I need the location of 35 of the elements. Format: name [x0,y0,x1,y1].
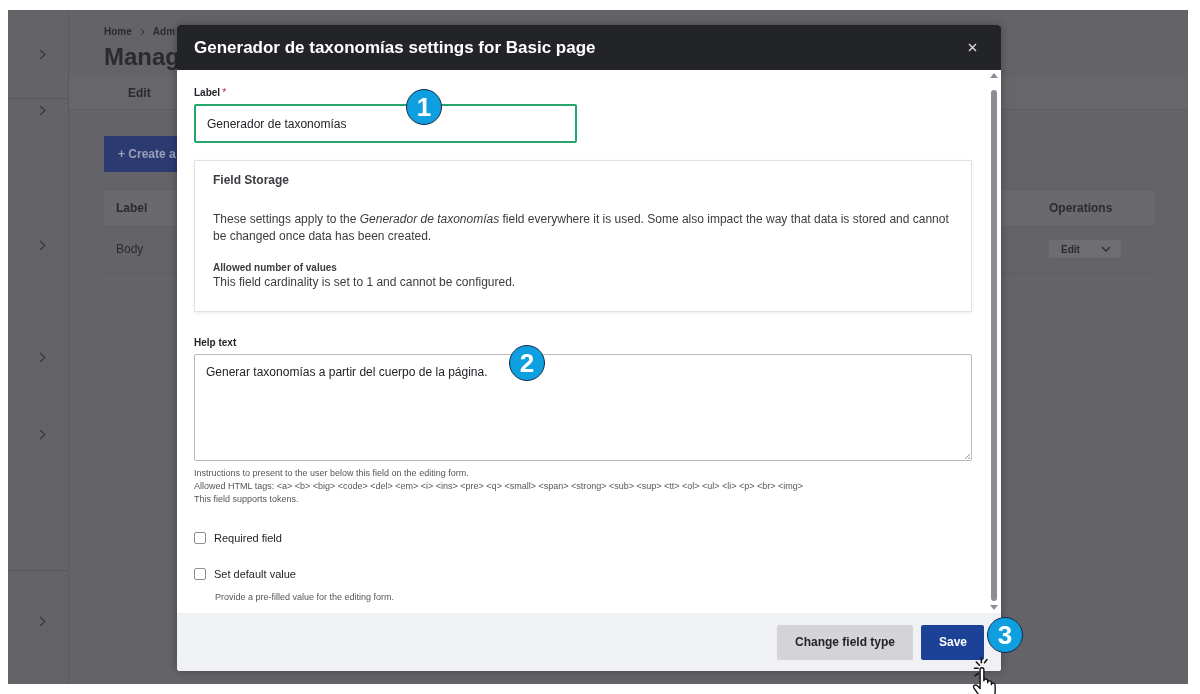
checkbox-description: Provide a pre-filled value for the editing form. [215,592,395,602]
card-subheading: Allowed number of values [213,262,338,273]
chevron-right-icon[interactable] [39,105,46,116]
change-field-type-button[interactable]: Change field type [777,624,913,660]
field-label: Label [194,87,221,98]
checkbox-label[interactable]: Required field [214,532,282,544]
breadcrumb-separator-icon [139,27,145,36]
chevron-right-icon[interactable] [39,240,46,251]
column-header: Label [115,201,149,215]
table-cell-text: Body [115,242,145,256]
chevron-right-icon[interactable] [39,429,46,440]
checkbox-label[interactable]: Set default value [214,568,296,580]
step-callout: 3 [987,617,1023,653]
close-icon[interactable] [968,43,977,52]
card-text: This field cardinality is set to 1 and cannot be configured. [213,275,517,289]
checkbox[interactable] [194,568,206,580]
field-description: This field supports tokens. [194,493,300,506]
required-mark: * [222,87,227,98]
chevron-right-icon[interactable] [39,352,46,363]
field-description: Allowed HTML tags: <a> <b> <big> <code> <del> <em> <i> <ins> <pre> <q> <small> <span> <strong> <sub> <sup> <tt> <ol> <ul> <li> <p> <br> <img> [194,480,805,493]
card-description: These settings apply to the Generador de taxonomías field everywhere it is used. Some also impact the way that data is stored and cannot be changed once data has been created. [213,211,950,245]
column-header: Operations [1049,201,1113,215]
field-label: Help text [194,337,237,348]
checkbox[interactable] [194,532,206,544]
create-button[interactable]: + Create a [104,136,178,172]
caret-icon[interactable] [1101,246,1111,252]
page-title: Manag [103,43,180,71]
dialog-title: Generador de taxonomías settings for Basic page [194,37,596,58]
resize-handle-icon[interactable] [964,453,970,459]
chevron-right-icon[interactable] [39,615,46,627]
chevron-right-icon[interactable] [39,48,46,60]
field-description: Instructions to present to the user below this field on the editing form. [194,467,470,480]
scroll-down-icon[interactable] [990,605,998,610]
card-title: Field Storage [213,173,290,187]
save-button[interactable]: Save [921,624,984,660]
